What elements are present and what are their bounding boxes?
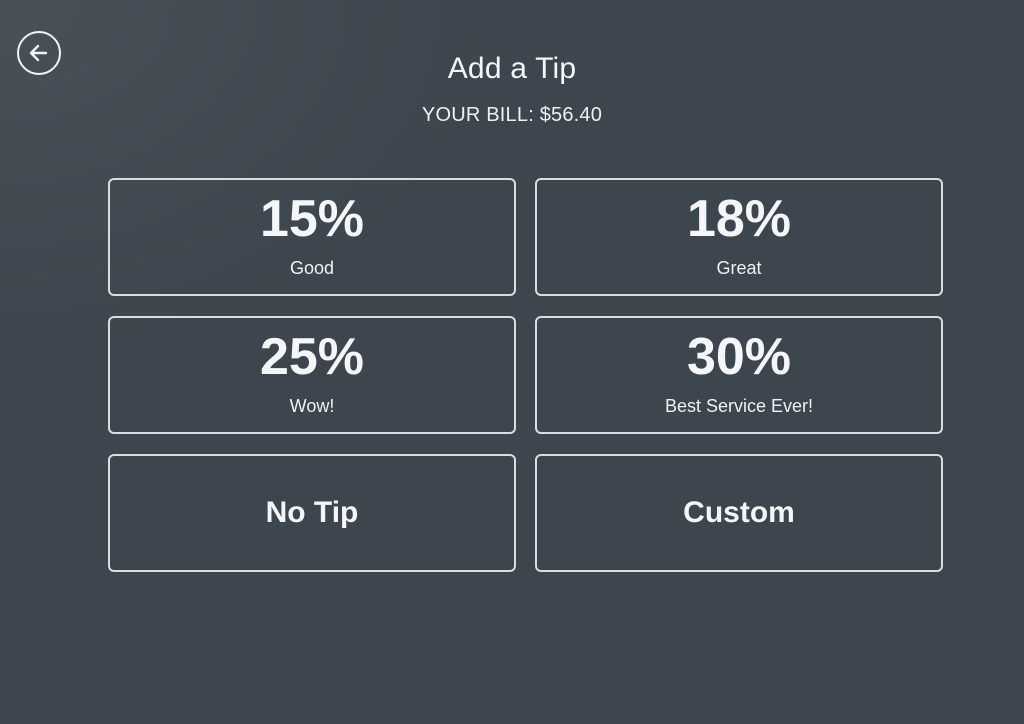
tip-option-15[interactable]: 15% Good (108, 178, 516, 296)
tip-caption: Great (716, 258, 762, 278)
tip-caption: Best Service Ever! (664, 396, 814, 416)
tip-percent: 30% (686, 328, 792, 386)
tip-caption: Good (289, 258, 335, 278)
bill-amount: YOUR BILL: $56.40 (421, 104, 603, 126)
tip-option-30[interactable]: 30% Best Service Ever! (535, 316, 943, 434)
page-title: Add a Tip (447, 52, 577, 85)
no-tip-label: No Tip (265, 496, 359, 529)
tip-percent: 15% (259, 190, 365, 248)
tip-caption: Wow! (289, 396, 335, 416)
custom-tip-button[interactable]: Custom (535, 454, 943, 572)
tip-option-18[interactable]: 18% Great (535, 178, 943, 296)
tip-option-25[interactable]: 25% Wow! (108, 316, 516, 434)
tip-percent: 18% (686, 190, 792, 248)
custom-tip-label: Custom (683, 496, 795, 529)
tip-percent: 25% (259, 328, 365, 386)
no-tip-button[interactable]: No Tip (108, 454, 516, 572)
tip-screen: Add a Tip YOUR BILL: $56.40 15% Good 18%… (0, 0, 1024, 724)
